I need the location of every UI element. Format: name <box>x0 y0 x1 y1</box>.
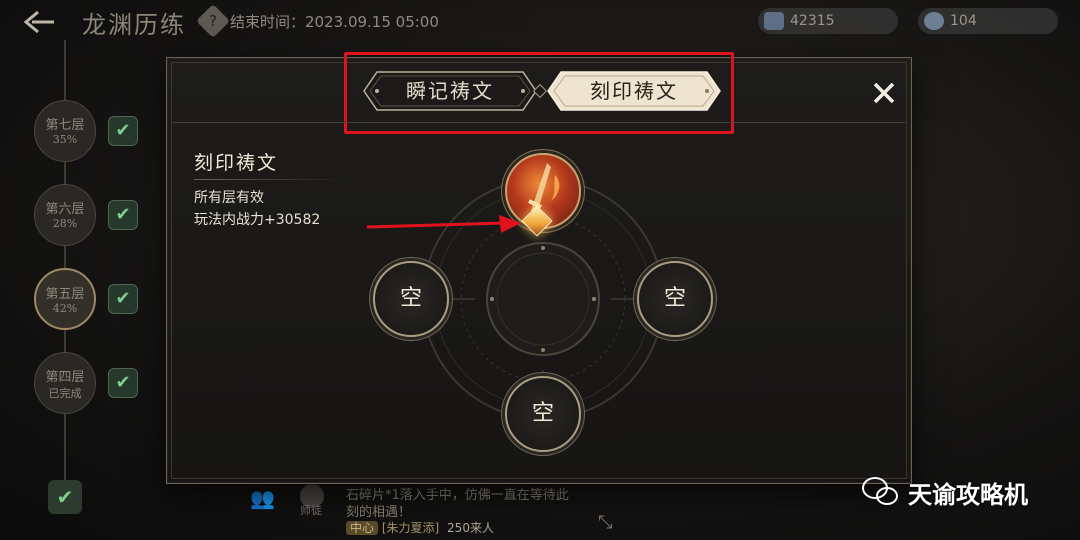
people-icon[interactable]: 👥 <box>250 486 280 510</box>
chat-count: 250来人 <box>447 521 494 535</box>
wechat-icon <box>862 475 900 509</box>
chat-line: 刻的相遇！ <box>346 505 412 520</box>
slot-empty-label: 空 <box>663 286 686 311</box>
rune-slot-right[interactable]: 空 <box>637 261 713 337</box>
end-time-label: 结束时间：2023.09.15 05:00 <box>230 13 439 31</box>
floor-item-5[interactable]: 第五层 42% <box>34 268 96 330</box>
annotation-arrow-icon <box>366 215 521 233</box>
resource-ticket[interactable]: 42315 <box>758 8 898 34</box>
collapse-icon[interactable]: ⤡ <box>598 512 612 533</box>
chat-user: [朱力夏添] <box>381 521 440 535</box>
floor-progress: 35% <box>52 133 78 146</box>
header-divider <box>173 122 905 123</box>
resource-orb-value: 104 <box>950 13 977 29</box>
check-icon: ✔ <box>108 200 138 230</box>
check-icon: ✔ <box>108 284 138 314</box>
slot-empty-label: 空 <box>531 401 554 426</box>
top-bar: 龙渊历练 ? 结束时间：2023.09.15 05:00 42315 104 <box>0 0 1080 44</box>
floor-progress: 已完成 <box>48 387 82 400</box>
mentor-label: 师徒 <box>300 504 322 517</box>
title-underline <box>194 179 344 180</box>
chat-meta: 中心 [朱力夏添] 250来人 <box>346 519 494 536</box>
rune-effect-scope: 所有层有效 <box>194 190 264 206</box>
floor-name: 第五层 <box>45 287 85 302</box>
back-arrow-icon <box>23 10 54 34</box>
floor-name: 第七层 <box>45 118 85 133</box>
close-button[interactable] <box>869 78 899 108</box>
rune-power-bonus: 玩法内战力+30582 <box>194 212 321 228</box>
slot-empty-label: 空 <box>399 286 422 311</box>
floor-item-4[interactable]: 第四层 已完成 <box>34 352 96 414</box>
floor-name: 第四层 <box>45 370 85 385</box>
orb-icon <box>924 12 944 30</box>
check-icon: ✔ <box>108 116 138 146</box>
floor-item-6[interactable]: 第六层 28% <box>34 184 96 246</box>
ticket-icon <box>764 12 784 30</box>
close-icon <box>873 82 895 104</box>
floor-progress: 42% <box>52 302 78 315</box>
page-title: 龙渊历练 <box>82 11 186 39</box>
rune-slot-left[interactable]: 空 <box>373 261 449 337</box>
help-icon[interactable]: ? <box>196 4 230 38</box>
watermark: 天谕攻略机 <box>862 474 1028 510</box>
back-button[interactable] <box>22 8 58 36</box>
check-icon[interactable]: ✔ <box>48 480 82 514</box>
floor-item-7[interactable]: 第七层 35% <box>34 100 96 162</box>
rune-modal: 瞬记祷文 刻印祷文 刻印祷文 所有层有效 玩法内战力+30582 空 空 空 <box>166 52 912 484</box>
resource-ticket-value: 42315 <box>790 13 835 29</box>
resource-orb[interactable]: 104 <box>918 8 1058 34</box>
rune-slot-bottom[interactable]: 空 <box>505 376 581 452</box>
check-icon: ✔ <box>108 368 138 398</box>
channel-chip: 中心 <box>346 521 379 535</box>
rune-title: 刻印祷文 <box>194 152 279 174</box>
watermark-text: 天谕攻略机 <box>908 480 1028 509</box>
floor-progress: 28% <box>52 217 78 230</box>
floor-name: 第六层 <box>45 202 85 217</box>
